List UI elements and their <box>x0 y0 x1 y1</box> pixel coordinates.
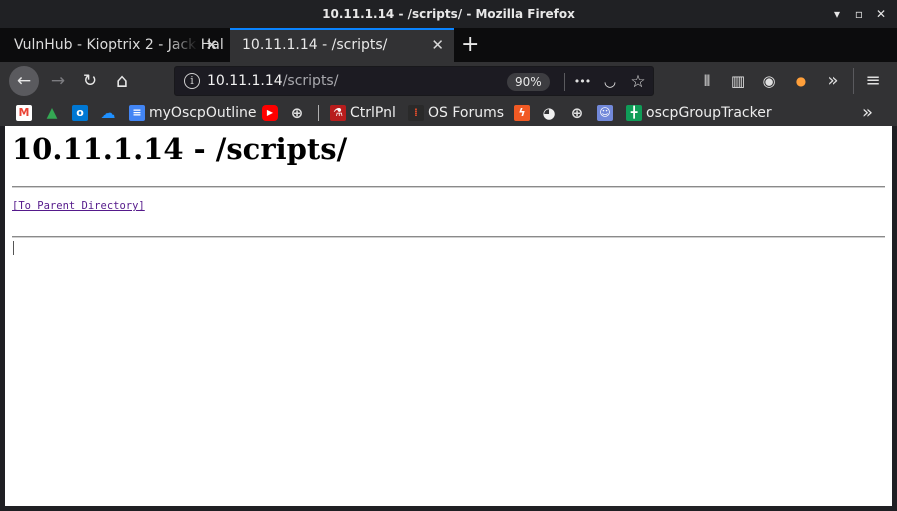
bookmark-ctrlpnl[interactable]: ⚗ CtrlPnl <box>330 103 396 123</box>
minimize-icon[interactable]: ▾ <box>830 7 844 21</box>
globe-icon: ⊕ <box>290 104 304 122</box>
bookmark-outlook[interactable]: o <box>72 103 92 123</box>
bookmark-myoscpoutline[interactable]: ≡ myOscpOutline <box>129 103 256 123</box>
bookmark-discord[interactable]: ☺ <box>597 103 617 123</box>
bookmark-gmail[interactable]: M <box>16 103 36 123</box>
extension-icon[interactable]: ● <box>790 70 812 92</box>
parent-directory-link[interactable]: [To Parent Directory] <box>12 200 145 212</box>
navigation-toolbar: ← → ↻ ⌂ i 10.11.1.14/scripts/ 90% ••• ◡ … <box>0 62 897 100</box>
account-icon[interactable]: ◉ <box>758 70 780 92</box>
hamburger-menu-icon[interactable]: ≡ <box>862 70 884 92</box>
bookmarks-overflow-icon[interactable]: » <box>862 103 873 123</box>
gmail-icon: M <box>16 105 32 121</box>
bookmark-label: oscpGroupTracker <box>646 105 772 121</box>
site-info-icon[interactable]: i <box>184 73 200 89</box>
maximize-icon[interactable]: ▫ <box>852 7 866 21</box>
onedrive-icon: ☁ <box>100 104 116 122</box>
outlook-icon: o <box>72 105 88 121</box>
new-tab-button[interactable]: + <box>461 28 479 62</box>
os-forums-icon: ⁞ <box>408 105 424 121</box>
bookmark-drive[interactable]: ▲ <box>44 103 64 123</box>
bookmark-onedrive[interactable]: ☁ <box>100 103 120 123</box>
page-content: 10.11.1.14 - /scripts/ [To Parent Direct… <box>5 126 892 506</box>
reload-button[interactable]: ↻ <box>75 66 105 96</box>
page-heading: 10.11.1.14 - /scripts/ <box>12 132 348 166</box>
zoom-indicator[interactable]: 90% <box>507 73 550 91</box>
url-text[interactable]: 10.11.1.14/scripts/ <box>207 73 338 89</box>
url-bar[interactable]: i 10.11.1.14/scripts/ 90% ••• ◡ ☆ <box>174 66 654 96</box>
sidebar-icon[interactable]: ▥ <box>727 70 749 92</box>
tab-close-icon[interactable]: ✕ <box>431 30 444 61</box>
google-sheets-icon: ╋ <box>626 105 642 121</box>
divider <box>12 186 885 188</box>
page-actions-icon[interactable]: ••• <box>571 71 593 93</box>
bookmark-label: OS Forums <box>428 105 505 121</box>
tab-strip: VulnHub - Kioptrix 2 - Jack Hal ✕ 10.11.… <box>0 28 897 62</box>
lightning-icon: ϟ <box>514 105 530 121</box>
tab-vulnhub[interactable]: VulnHub - Kioptrix 2 - Jack Hal ✕ <box>2 28 228 62</box>
bookmarks-toolbar: M ▲ o ☁ ≡ myOscpOutline ▶ ⊕ ⚗ CtrlPnl ⁞ OS … <box>0 100 897 126</box>
pocket-icon[interactable]: ◡ <box>599 71 621 93</box>
tab-label: 10.11.1.14 - /scripts/ <box>242 37 388 53</box>
github-icon: ◕ <box>542 104 556 122</box>
bookmark-lightning[interactable]: ϟ <box>514 103 534 123</box>
tab-scripts[interactable]: 10.11.1.14 - /scripts/ ✕ <box>230 28 454 62</box>
close-window-icon[interactable]: ✕ <box>874 7 888 21</box>
tab-close-icon[interactable]: ✕ <box>205 28 218 62</box>
text-caret <box>13 241 14 255</box>
discord-icon: ☺ <box>597 105 613 121</box>
bookmark-star-icon[interactable]: ☆ <box>627 71 649 93</box>
forward-button[interactable]: → <box>43 66 73 96</box>
google-drive-icon: ▲ <box>46 105 58 121</box>
bookmark-os-forums[interactable]: ⁞ OS Forums <box>408 103 504 123</box>
toolbar-overflow-icon[interactable]: » <box>822 70 844 92</box>
google-docs-icon: ≡ <box>129 105 145 121</box>
bookmark-globe[interactable]: ⊕ <box>289 103 309 123</box>
home-button[interactable]: ⌂ <box>107 66 137 96</box>
library-icon[interactable]: ⫴ <box>696 70 718 92</box>
url-path: /scripts/ <box>282 73 339 89</box>
back-button[interactable]: ← <box>9 66 39 96</box>
bookmark-github[interactable]: ◕ <box>541 103 561 123</box>
url-host: 10.11.1.14 <box>207 73 283 89</box>
globe-icon-2: ⊕ <box>570 104 584 122</box>
window-title: 10.11.1.14 - /scripts/ - Mozilla Firefox <box>322 7 575 21</box>
bookmark-label: myOscpOutline <box>149 105 257 121</box>
youtube-icon: ▶ <box>262 105 278 121</box>
bookmark-youtube[interactable]: ▶ <box>262 103 282 123</box>
bookmark-oscpgrouptracker[interactable]: ╋ oscpGroupTracker <box>626 103 772 123</box>
bookmark-globe-2[interactable]: ⊕ <box>569 103 589 123</box>
bookmark-label: CtrlPnl <box>350 105 396 121</box>
ctrlpnl-icon: ⚗ <box>330 105 346 121</box>
window-titlebar: 10.11.1.14 - /scripts/ - Mozilla Firefox… <box>0 0 897 28</box>
divider <box>12 236 885 238</box>
